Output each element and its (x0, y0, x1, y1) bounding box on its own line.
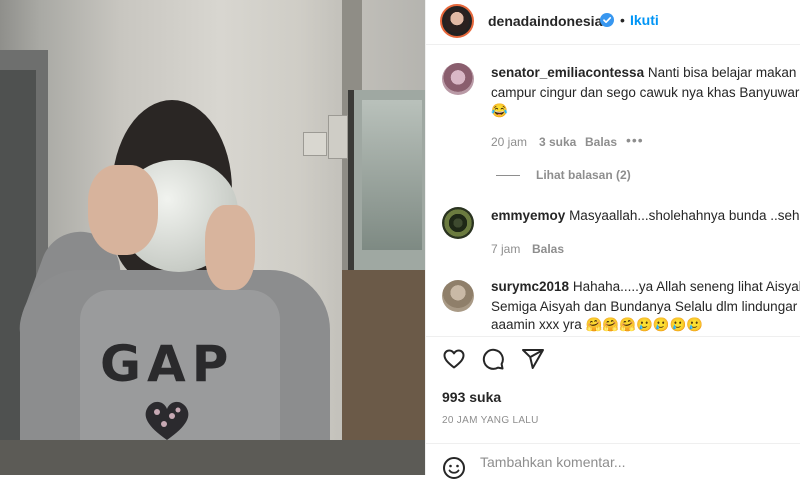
emoji-icon[interactable] (442, 456, 466, 480)
replies-line (496, 175, 520, 177)
comment-text: Nanti bisa belajar makan r (647, 65, 800, 80)
comment-line-3: aaamin xxx yra 🤗🤗🤗🥲🥲🥲🥲 (491, 317, 704, 332)
post-header: denadaindonesia • Ikuti (426, 0, 800, 45)
comment-reply-button[interactable]: Balas (585, 135, 617, 149)
post-time[interactable]: 20 JAM YANG LALU (442, 415, 539, 426)
comment-text: Masyaallah...sholehahnya bunda ..seha (569, 208, 800, 223)
view-replies-button[interactable]: Lihat balasan (2) (496, 168, 631, 182)
post-photo[interactable]: GAP (0, 0, 425, 475)
comment-username[interactable]: emmyemoy (491, 208, 565, 223)
photo-table (0, 440, 425, 475)
photo-window-pane (362, 100, 422, 250)
comment-line-2: Semiga Aisyah dan Bundanya Selalu dlm li… (491, 299, 798, 314)
comment-time[interactable]: 7 jam (491, 242, 520, 256)
add-comment-bar (426, 443, 800, 479)
author-avatar[interactable] (440, 4, 474, 38)
comment-line-1: emmyemoy Masyaallah...sholehahnya bunda … (491, 206, 800, 226)
photo-right-hand (205, 205, 255, 290)
comment-avatar[interactable] (442, 280, 474, 312)
comment-line-1: surymc2018 Hahaha.....ya Allah seneng li… (491, 277, 800, 297)
author-username[interactable]: denadaindonesia (488, 13, 602, 29)
comment-input[interactable] (480, 454, 780, 470)
comment-reply-button[interactable]: Balas (532, 242, 564, 256)
follow-button[interactable]: Ikuti (630, 12, 659, 28)
separator-dot: • (620, 12, 625, 28)
heart-icon[interactable] (442, 347, 466, 371)
post-actions: 993 suka 20 JAM YANG LALU (426, 336, 800, 437)
comment-line-1: senator_emiliacontessa Nanti bisa belaja… (491, 63, 800, 83)
comment-icon[interactable] (481, 347, 505, 371)
comment-line-3: 😂 (491, 103, 508, 118)
comment-text: Hahaha.....ya Allah seneng lihat Aisyah (572, 279, 800, 294)
photo-light-switch (303, 132, 327, 156)
photo-shirt-heart (145, 401, 189, 440)
comment-line-2: campur cingur dan sego cawuk nya khas Ba… (491, 85, 800, 100)
photo-shirt-logo: GAP (100, 335, 235, 393)
comment-time[interactable]: 20 jam (491, 135, 527, 149)
comment-more-options[interactable]: ••• (626, 132, 644, 148)
share-icon[interactable] (521, 347, 545, 371)
verified-badge-icon (600, 13, 614, 27)
photo-wall-outlet (328, 115, 348, 159)
comment-likes[interactable]: 3 suka (539, 135, 576, 149)
comment-username[interactable]: surymc2018 (491, 279, 569, 294)
comment-avatar[interactable] (442, 207, 474, 239)
comment-avatar[interactable] (442, 63, 474, 95)
comment-username[interactable]: senator_emiliacontessa (491, 65, 644, 80)
comment-list[interactable]: senator_emiliacontessa Nanti bisa belaja… (426, 45, 800, 335)
photo-left-hand (88, 165, 158, 255)
post-side-panel: denadaindonesia • Ikuti senator_emiliaco… (425, 0, 800, 479)
likes-count[interactable]: 993 suka (442, 389, 501, 405)
